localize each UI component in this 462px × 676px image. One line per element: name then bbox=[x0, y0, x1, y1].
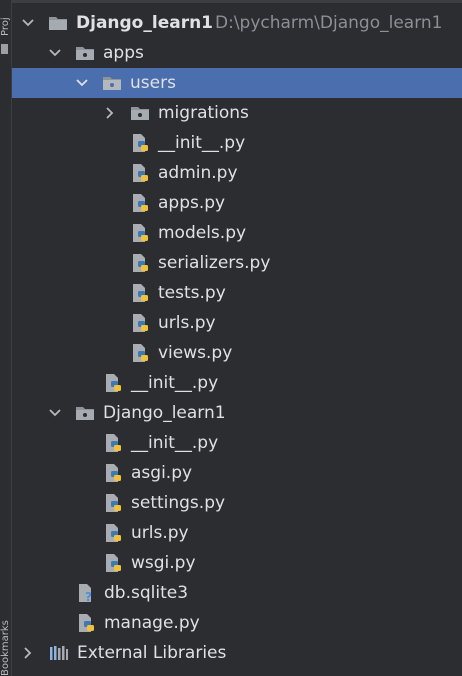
package-label: Django_learn1 bbox=[103, 403, 226, 423]
tree-row-asgi[interactable]: asgi.py bbox=[12, 458, 462, 488]
python-file-icon bbox=[130, 163, 150, 183]
tree-row-root[interactable]: Django_learn1 D:\pycharm\Django_learn1 bbox=[12, 8, 462, 38]
side-tool-strip: Proj Bookmarks bbox=[0, 0, 12, 676]
tree-row-apps-init[interactable]: __init__.py bbox=[12, 368, 462, 398]
file-label: manage.py bbox=[104, 613, 200, 633]
python-file-icon bbox=[130, 223, 150, 243]
python-file-icon bbox=[103, 373, 123, 393]
bookmarks-tool-tab[interactable]: Bookmarks bbox=[0, 578, 11, 676]
folder-icon bbox=[75, 43, 95, 63]
python-file-icon bbox=[103, 463, 123, 483]
library-icon bbox=[49, 643, 69, 663]
python-file-icon bbox=[130, 133, 150, 153]
file-label: __init__.py bbox=[131, 433, 219, 453]
users-label: users bbox=[130, 73, 176, 93]
tree-row-users-urls[interactable]: urls.py bbox=[12, 308, 462, 338]
python-file-icon bbox=[130, 253, 150, 273]
root-label: Django_learn1 bbox=[76, 13, 214, 33]
tree-row-views[interactable]: views.py bbox=[12, 338, 462, 368]
tree-row-manage[interactable]: manage.py bbox=[12, 608, 462, 638]
file-label: serializers.py bbox=[158, 253, 271, 273]
tree-row-external-libraries[interactable]: External Libraries bbox=[12, 638, 462, 668]
file-label: apps.py bbox=[158, 193, 226, 213]
file-label: tests.py bbox=[158, 283, 226, 303]
tree-row-apps[interactable]: apps bbox=[12, 38, 462, 68]
file-label: db.sqlite3 bbox=[104, 583, 189, 603]
chevron-down-icon[interactable] bbox=[74, 75, 90, 91]
tree-row-admin[interactable]: admin.py bbox=[12, 158, 462, 188]
python-file-icon bbox=[130, 343, 150, 363]
tree-row-models[interactable]: models.py bbox=[12, 218, 462, 248]
folder-icon bbox=[102, 73, 122, 93]
migrations-label: migrations bbox=[158, 103, 249, 123]
file-label: __init__.py bbox=[131, 373, 219, 393]
file-label: settings.py bbox=[131, 493, 226, 513]
file-label: asgi.py bbox=[131, 463, 193, 483]
python-file-icon bbox=[130, 283, 150, 303]
root-path: D:\pycharm\Django_learn1 bbox=[215, 13, 443, 33]
tree-row-tests[interactable]: tests.py bbox=[12, 278, 462, 308]
tree-row-db[interactable]: ? db.sqlite3 bbox=[12, 578, 462, 608]
chevron-right-icon[interactable] bbox=[20, 645, 36, 661]
tree-row-pkg-init[interactable]: __init__.py bbox=[12, 428, 462, 458]
file-label: __init__.py bbox=[158, 133, 246, 153]
folder-icon bbox=[130, 103, 150, 123]
chevron-down-icon[interactable] bbox=[47, 405, 63, 421]
tree-row-users-apps[interactable]: apps.py bbox=[12, 188, 462, 218]
project-tree: Django_learn1 D:\pycharm\Django_learn1 a… bbox=[12, 8, 462, 668]
chevron-down-icon[interactable] bbox=[47, 45, 63, 61]
python-file-icon bbox=[103, 553, 123, 573]
tree-row-serializers[interactable]: serializers.py bbox=[12, 248, 462, 278]
tree-row-migrations[interactable]: migrations bbox=[12, 98, 462, 128]
tree-row-project-package[interactable]: Django_learn1 bbox=[12, 398, 462, 428]
tree-row-pkg-urls[interactable]: urls.py bbox=[12, 518, 462, 548]
python-file-icon bbox=[103, 523, 123, 543]
panel-top-edge bbox=[12, 0, 462, 3]
tree-row-users[interactable]: users bbox=[12, 68, 462, 98]
python-file-icon bbox=[76, 613, 96, 633]
tree-row-users-init[interactable]: __init__.py bbox=[12, 128, 462, 158]
tree-row-settings[interactable]: settings.py bbox=[12, 488, 462, 518]
unknown-file-icon: ? bbox=[76, 583, 96, 604]
python-file-icon bbox=[103, 433, 123, 453]
svg-text:?: ? bbox=[85, 590, 92, 603]
file-label: admin.py bbox=[158, 163, 238, 183]
external-libraries-label: External Libraries bbox=[77, 643, 227, 663]
chevron-down-icon[interactable] bbox=[20, 15, 36, 31]
panel-bottom-edge bbox=[12, 670, 462, 676]
tree-row-wsgi[interactable]: wsgi.py bbox=[12, 548, 462, 578]
python-file-icon bbox=[103, 493, 123, 513]
file-label: views.py bbox=[158, 343, 233, 363]
file-label: urls.py bbox=[158, 313, 216, 333]
tool-strip-marker bbox=[1, 44, 8, 54]
file-label: wsgi.py bbox=[131, 553, 196, 573]
apps-label: apps bbox=[103, 43, 144, 63]
python-file-icon bbox=[130, 193, 150, 213]
file-label: models.py bbox=[158, 223, 247, 243]
folder-icon bbox=[75, 403, 95, 423]
python-file-icon bbox=[130, 313, 150, 333]
folder-icon bbox=[48, 13, 68, 33]
chevron-right-icon[interactable] bbox=[102, 105, 118, 121]
file-label: urls.py bbox=[131, 523, 189, 543]
project-tool-tab[interactable]: Proj bbox=[0, 0, 11, 36]
